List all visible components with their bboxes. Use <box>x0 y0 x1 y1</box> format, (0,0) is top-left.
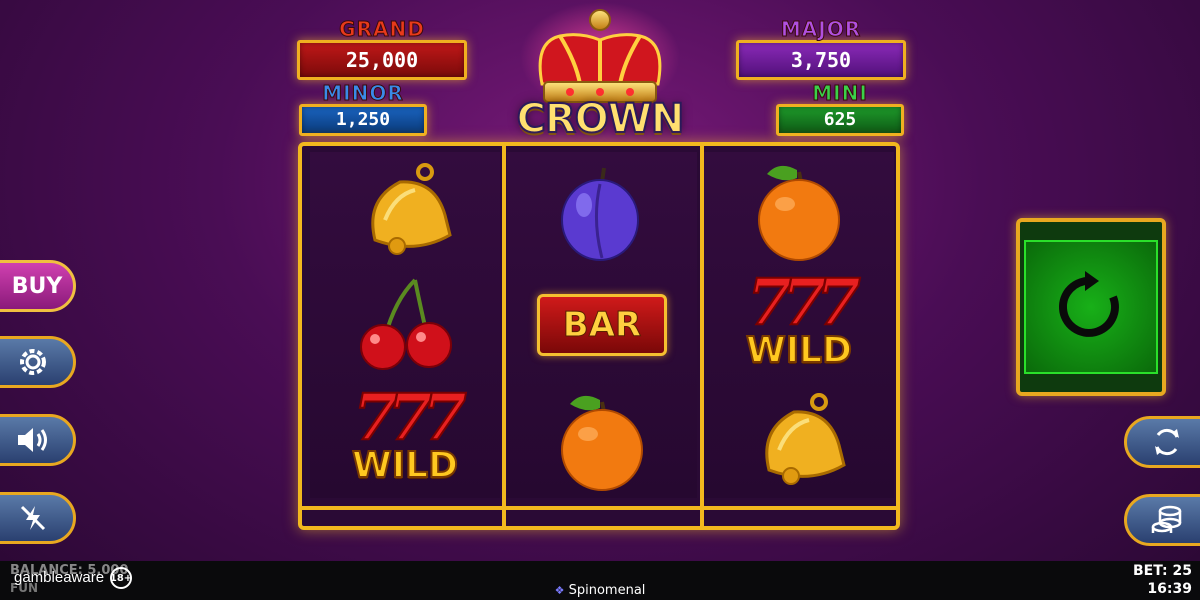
autoplay-icon <box>1155 428 1179 456</box>
wild-label: WILD <box>745 329 853 372</box>
jackpot-mini-label: MINI <box>812 81 868 105</box>
bell-symbol <box>310 152 500 267</box>
seven-wild-symbol: 777 WILD <box>704 267 894 382</box>
jackpot-mini-value: 625 <box>776 104 904 136</box>
bet-button[interactable] <box>1124 494 1200 546</box>
autoplay-button[interactable] <box>1124 416 1200 468</box>
turbo-off-icon <box>20 505 46 531</box>
orange-icon <box>561 395 643 491</box>
jackpot-minor-label: MINOR <box>322 81 404 105</box>
jackpot-minor: MINOR 1,250 <box>299 82 427 136</box>
provider-label: ❖ Spinomenal <box>0 583 1200 598</box>
orange-icon <box>758 165 840 261</box>
status-bar: BALANCE: 5,000 FUN gambleaware 18+ ❖ Spi… <box>0 561 1200 600</box>
jackpot-grand: GRAND 25,000 <box>297 18 467 80</box>
orange-symbol <box>704 152 894 267</box>
speaker-icon <box>18 428 47 452</box>
jackpot-major-value: 3,750 <box>736 40 906 80</box>
bar-symbol: BAR <box>507 267 697 382</box>
jackpot-grand-value: 25,000 <box>297 40 467 80</box>
reel-2: BAR <box>507 152 697 498</box>
cherries-symbol <box>310 267 500 382</box>
jackpot-mini: MINI 625 <box>776 82 904 136</box>
wild-label: WILD <box>351 444 459 487</box>
jackpot-major: MAJOR 3,750 <box>736 18 906 80</box>
orange-symbol <box>507 382 697 497</box>
sevens-glyphs: 777 <box>352 379 468 455</box>
plum-symbol <box>507 152 697 267</box>
jackpot-grand-label: GRAND <box>339 17 425 41</box>
cherries-icon <box>360 278 452 370</box>
sound-button[interactable] <box>0 414 76 466</box>
reel-1: 777 WILD <box>310 152 500 498</box>
bar-label: BAR <box>537 293 667 356</box>
provider-name: Spinomenal <box>568 583 646 598</box>
spin-icon <box>1058 271 1119 337</box>
bell-symbol <box>704 382 894 497</box>
reel-frame: 777 WILD BAR 777 WILD <box>298 142 900 530</box>
bell-icon <box>371 162 452 255</box>
reel-3: 777 WILD <box>704 152 894 498</box>
coins-icon <box>1151 505 1182 533</box>
settings-button[interactable] <box>0 336 76 388</box>
buy-button[interactable]: BUY <box>0 260 76 312</box>
jackpot-major-label: MAJOR <box>780 17 862 41</box>
provider-icon: ❖ <box>554 584 565 597</box>
turbo-button[interactable] <box>0 492 76 544</box>
reel-divider <box>502 146 506 526</box>
reel-bottom-rail <box>302 506 896 510</box>
bet-amount: BET: 25 <box>1133 563 1192 579</box>
buy-label: BUY <box>11 273 63 299</box>
spin-button-frame <box>1016 218 1166 396</box>
plum-icon <box>561 167 639 261</box>
gear-icon <box>20 349 46 375</box>
seven-wild-symbol: 777 WILD <box>310 382 500 497</box>
bell-icon <box>765 392 846 485</box>
clock: 16:39 <box>1147 581 1192 597</box>
sevens-glyphs: 777 <box>746 264 862 340</box>
jackpot-minor-value: 1,250 <box>299 104 427 136</box>
spin-button[interactable] <box>1024 240 1158 374</box>
